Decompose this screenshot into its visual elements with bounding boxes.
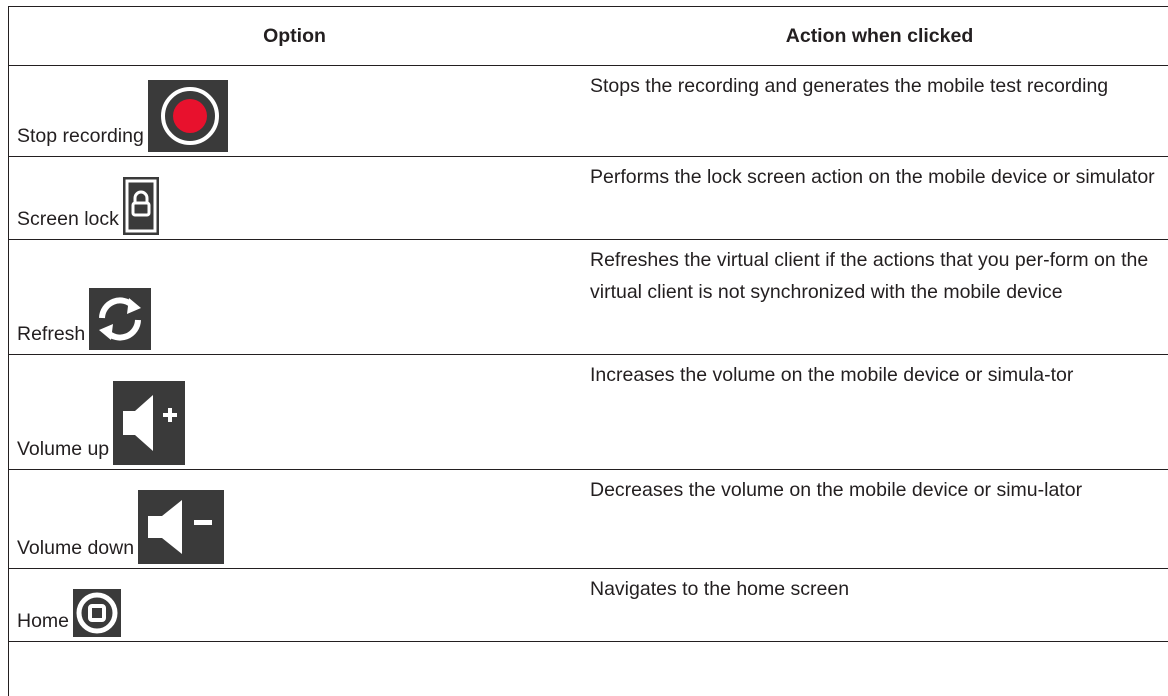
option-cell: Volume down [8, 470, 581, 569]
table-row: Volume down Decreases the volume on the … [8, 470, 1168, 569]
option-label: Volume up [17, 438, 110, 460]
table-row: Screen lock Performs the lock screen act… [8, 157, 1168, 240]
option-label: Stop recording [17, 125, 144, 147]
option-label: Refresh [17, 323, 86, 345]
option-cell: Refresh [8, 240, 581, 355]
options-table: Option Action when clicked Stop recordin… [8, 6, 1168, 642]
volume-up-icon [113, 381, 186, 465]
action-cell: Increases the volume on the mobile devic… [590, 364, 1074, 386]
option-label: Volume down [17, 537, 135, 559]
table-header-row: Option Action when clicked [8, 6, 1168, 66]
option-label: Screen lock [17, 208, 119, 230]
option-cell: Stop recording [8, 66, 581, 157]
header-action: Action when clicked [785, 25, 974, 47]
action-cell: Performs the lock screen action on the m… [590, 166, 1155, 188]
action-cell: Navigates to the home screen [590, 578, 850, 600]
option-cell: Home [8, 569, 581, 642]
table-row: Stop recording Stops the recording and g… [8, 66, 1168, 157]
option-cell: Volume up [8, 355, 581, 470]
action-cell: Refreshes the virtual client if the acti… [590, 249, 1149, 303]
table-row: Refresh Refreshes the virtual client if … [8, 240, 1168, 355]
table-row: Home Navigates to the home screen [8, 569, 1168, 642]
table-row: Volume up Increases the volume on the mo… [8, 355, 1168, 470]
option-cell: Screen lock [8, 157, 581, 240]
action-cell: Decreases the volume on the mobile devic… [590, 479, 1083, 501]
action-cell: Stops the recording and generates the mo… [590, 75, 1109, 97]
option-label: Home [17, 610, 70, 632]
record-icon [147, 80, 228, 152]
volume-down-icon [138, 490, 225, 564]
lock-icon [122, 177, 159, 235]
home-icon [73, 589, 122, 637]
header-option: Option [263, 25, 326, 47]
refresh-icon [89, 288, 152, 350]
